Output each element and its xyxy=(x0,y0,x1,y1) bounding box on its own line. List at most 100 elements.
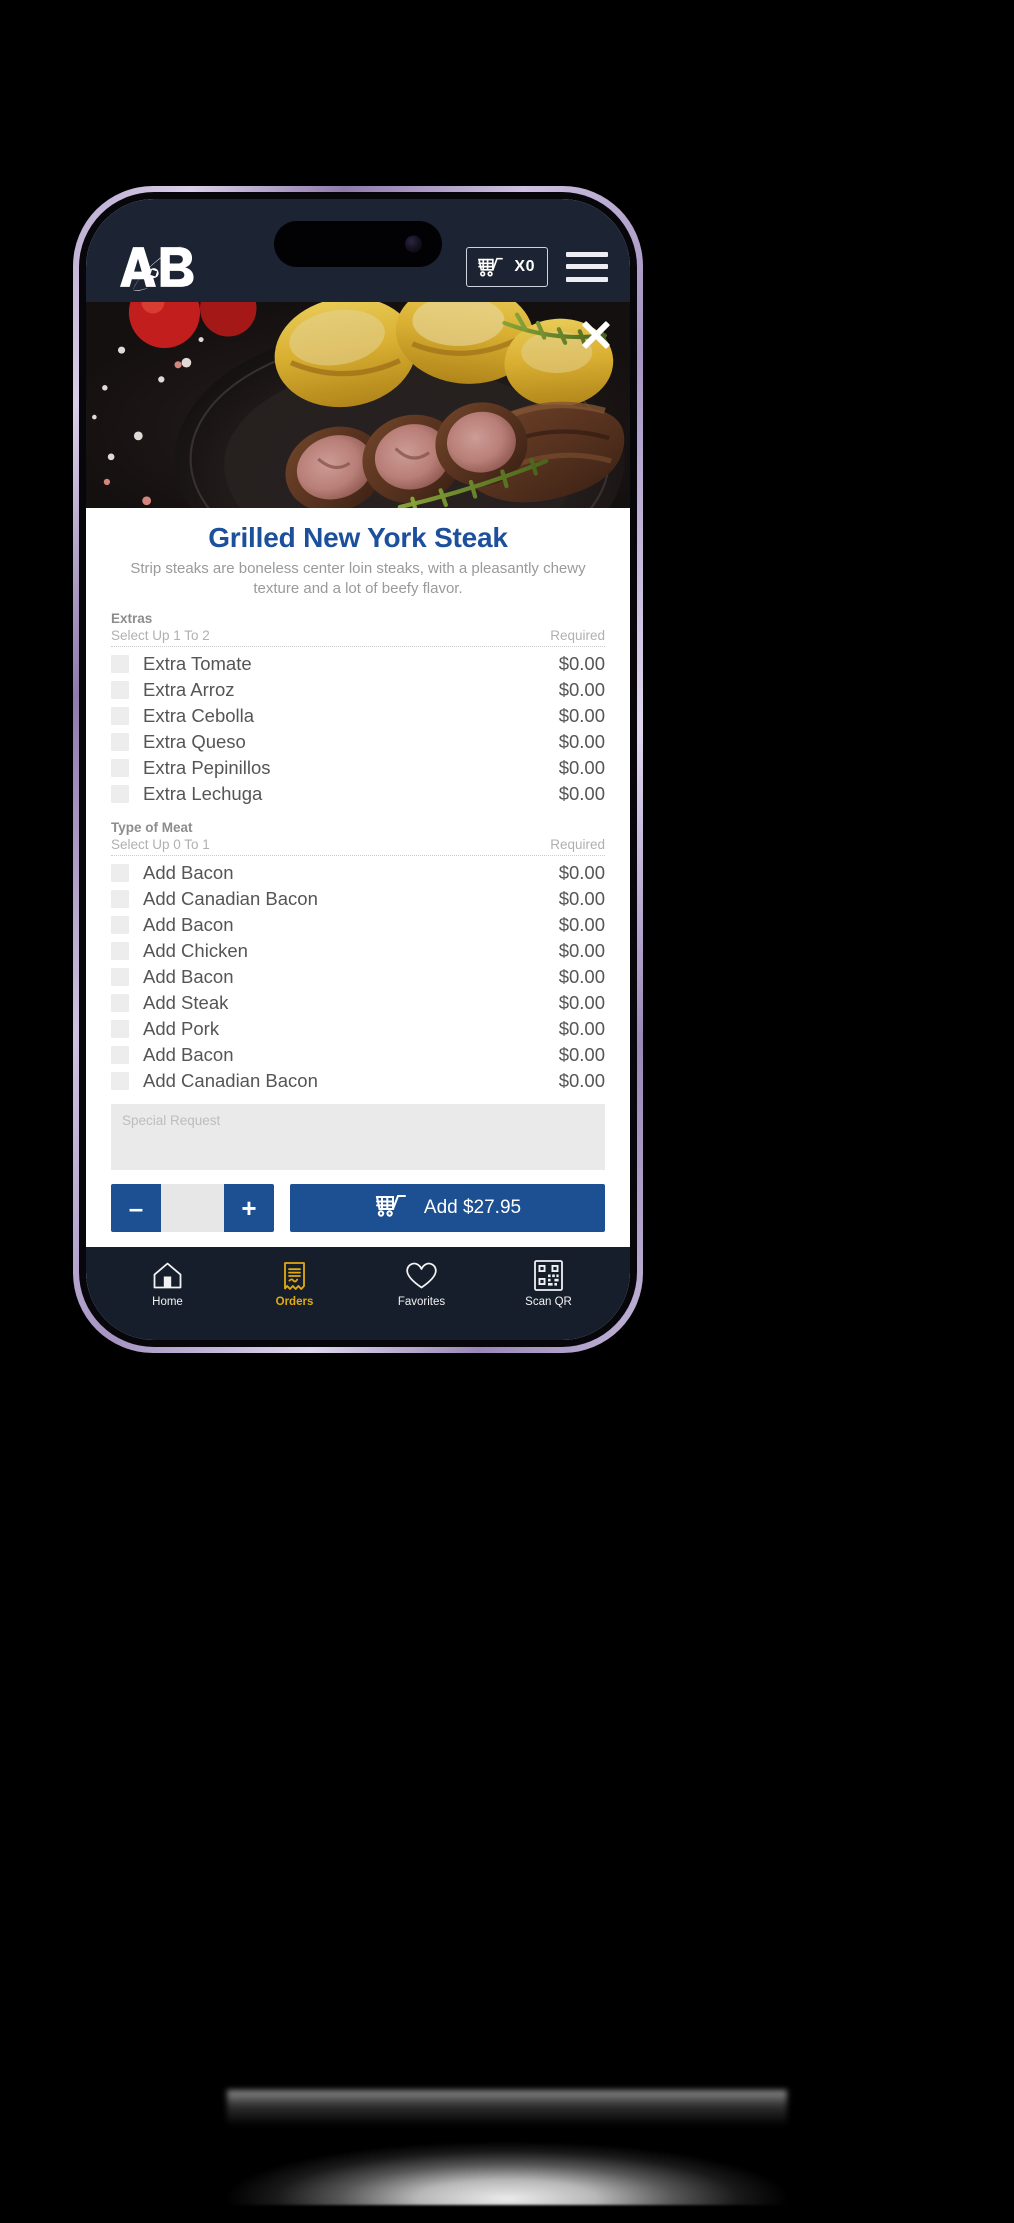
option-price: $0.00 xyxy=(558,731,605,753)
checkbox-icon[interactable] xyxy=(111,1046,129,1065)
special-request-input[interactable] xyxy=(111,1104,605,1170)
requirement-badge: Required xyxy=(550,837,605,853)
option-group-title: Type of Meat xyxy=(111,820,193,836)
checkbox-icon[interactable] xyxy=(111,994,129,1013)
tab-favorites[interactable]: Favorites xyxy=(358,1260,485,1309)
option-label: Add Pork xyxy=(143,1018,220,1040)
qr-code-icon xyxy=(534,1260,563,1291)
quantity-stepper: – + xyxy=(111,1184,274,1232)
option-row[interactable]: Extra Lechuga $0.00 xyxy=(111,781,605,807)
option-row[interactable]: Add Bacon $0.00 xyxy=(111,912,605,938)
checkbox-icon[interactable] xyxy=(111,759,129,778)
option-label: Extra Tomate xyxy=(143,653,252,675)
close-icon[interactable] xyxy=(579,318,613,352)
checkbox-icon[interactable] xyxy=(111,890,129,909)
hamburger-menu-icon[interactable] xyxy=(566,251,608,282)
add-to-cart-label: Add $27.95 xyxy=(423,1197,522,1218)
checkbox-icon[interactable] xyxy=(111,864,129,883)
option-row[interactable]: Extra Cebolla $0.00 xyxy=(111,703,605,729)
option-price: $0.00 xyxy=(558,1044,605,1066)
option-row[interactable]: Add Canadian Bacon $0.00 xyxy=(111,1068,605,1094)
option-price: $0.00 xyxy=(558,679,605,701)
product-actions: – + Add $27.95 xyxy=(111,1184,605,1232)
quantity-input[interactable] xyxy=(161,1184,224,1232)
option-row[interactable]: Add Chicken $0.00 xyxy=(111,938,605,964)
cart-count-label: X0 xyxy=(514,257,535,275)
option-row[interactable]: Add Canadian Bacon $0.00 xyxy=(111,886,605,912)
option-price: $0.00 xyxy=(558,862,605,884)
select-rule-label: Select Up 1 To 2 xyxy=(111,628,210,644)
product-hero-image xyxy=(86,302,630,508)
option-row[interactable]: Add Bacon $0.00 xyxy=(111,964,605,990)
checkbox-icon[interactable] xyxy=(111,707,129,726)
screenshot-canvas: X0 Grilled New York Steak Strip steaks a… xyxy=(0,0,1014,2223)
add-to-cart-button[interactable]: Add $27.95 xyxy=(290,1184,605,1232)
checkbox-icon[interactable] xyxy=(111,968,129,987)
option-price: $0.00 xyxy=(558,1070,605,1092)
option-row[interactable]: Add Bacon $0.00 xyxy=(111,1042,605,1068)
option-price: $0.00 xyxy=(558,705,605,727)
option-label: Add Bacon xyxy=(143,1044,234,1066)
option-row[interactable]: Extra Arroz $0.00 xyxy=(111,677,605,703)
checkbox-icon[interactable] xyxy=(111,916,129,935)
checkbox-icon[interactable] xyxy=(111,733,129,752)
heart-icon xyxy=(405,1260,438,1291)
brand-logo[interactable] xyxy=(110,239,202,295)
option-label: Extra Cebolla xyxy=(143,705,255,727)
tab-label: Favorites xyxy=(397,1296,446,1308)
front-camera-icon xyxy=(405,235,422,253)
checkbox-icon[interactable] xyxy=(111,942,129,961)
header-actions: X0 xyxy=(466,246,608,287)
checkbox-icon[interactable] xyxy=(111,1072,129,1091)
option-label: Add Canadian Bacon xyxy=(143,888,318,910)
option-group-meta: Select Up 1 To 2 Required xyxy=(111,628,605,648)
cart-button[interactable]: X0 xyxy=(466,246,548,287)
option-group-type-of-meat: Type of Meat Select Up 0 To 1 Required A… xyxy=(111,820,605,1094)
option-row[interactable]: Extra Queso $0.00 xyxy=(111,729,605,755)
option-label: Add Canadian Bacon xyxy=(143,1070,318,1092)
requirement-badge: Required xyxy=(550,628,605,644)
option-list-type-of-meat: Add Bacon $0.00 Add Canadian Bacon $0.00 xyxy=(111,860,605,1094)
tab-label: Scan QR xyxy=(525,1296,572,1308)
hamburger-bar xyxy=(566,264,608,269)
select-rule-label: Select Up 0 To 1 xyxy=(111,837,210,853)
option-row[interactable]: Extra Pepinillos $0.00 xyxy=(111,755,605,781)
tab-home[interactable]: Home xyxy=(104,1260,231,1309)
page-title: Grilled New York Steak xyxy=(208,522,508,553)
option-row[interactable]: Add Bacon $0.00 xyxy=(111,860,605,886)
dynamic-island xyxy=(274,221,442,267)
checkbox-icon[interactable] xyxy=(111,1020,129,1039)
product-detail-sheet: Grilled New York Steak Strip steaks are … xyxy=(86,302,630,1247)
increment-quantity-button[interactable]: + xyxy=(224,1184,274,1232)
product-detail-body: Grilled New York Steak Strip steaks are … xyxy=(86,508,630,1247)
bottom-tab-bar: Home Orders Favorites Scan QR xyxy=(86,1247,630,1340)
hamburger-bar xyxy=(566,276,608,282)
option-list-extras: Extra Tomate $0.00 Extra Arroz $0.00 Ext… xyxy=(111,651,605,807)
checkbox-icon[interactable] xyxy=(111,655,129,674)
checkbox-icon[interactable] xyxy=(111,681,129,700)
option-price: $0.00 xyxy=(558,653,605,675)
option-price: $0.00 xyxy=(558,757,605,779)
tab-scan-qr[interactable]: Scan QR xyxy=(485,1260,612,1309)
home-icon xyxy=(152,1260,183,1291)
shopping-cart-icon xyxy=(477,255,505,279)
option-label: Extra Pepinillos xyxy=(143,757,271,779)
decrement-quantity-button[interactable]: – xyxy=(111,1184,161,1232)
app-header: X0 xyxy=(86,199,630,302)
steak-photo xyxy=(86,302,630,508)
tab-label: Home xyxy=(152,1296,183,1308)
option-price: $0.00 xyxy=(558,914,605,936)
option-label: Extra Queso xyxy=(143,731,246,753)
option-label: Extra Lechuga xyxy=(143,783,263,805)
option-price: $0.00 xyxy=(558,940,605,962)
checkbox-icon[interactable] xyxy=(111,785,129,804)
option-label: Extra Arroz xyxy=(143,679,235,701)
option-row[interactable]: Add Pork $0.00 xyxy=(111,1016,605,1042)
option-row[interactable]: Extra Tomate $0.00 xyxy=(111,651,605,677)
option-row[interactable]: Add Steak $0.00 xyxy=(111,990,605,1016)
option-group-title: Extras xyxy=(111,611,153,627)
option-price: $0.00 xyxy=(558,783,605,805)
floor-shadow xyxy=(227,2090,787,2126)
tab-orders[interactable]: Orders xyxy=(231,1260,358,1309)
shopping-cart-icon xyxy=(374,1191,408,1225)
